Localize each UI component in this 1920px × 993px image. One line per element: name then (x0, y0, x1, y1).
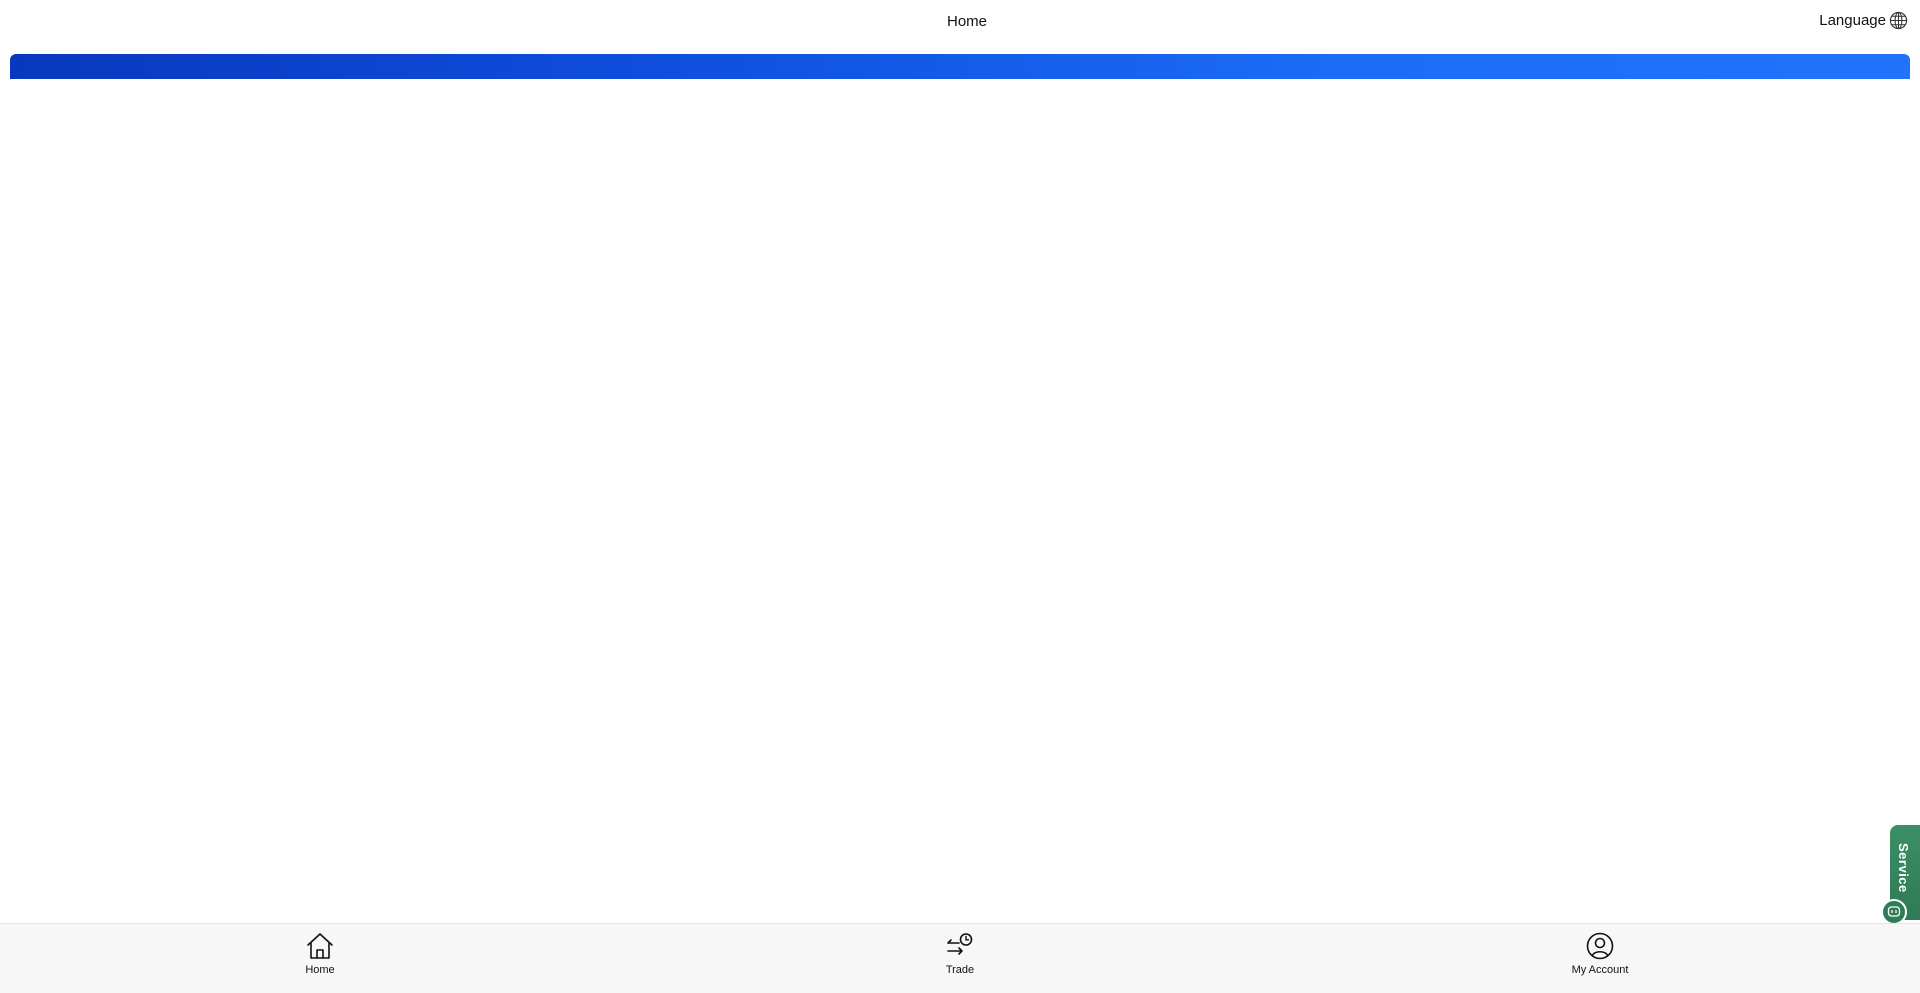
globe-icon (1889, 11, 1908, 30)
nav-item-trade[interactable]: Trade (900, 931, 1020, 977)
language-label: Language (1819, 12, 1886, 29)
service-label: Service (1896, 843, 1911, 893)
bottom-nav: Home Trade My Account (0, 923, 1920, 993)
account-icon (1585, 931, 1615, 961)
page-title: Home (946, 13, 987, 30)
nav-label-account: My Account (1571, 964, 1629, 976)
home-icon (305, 931, 335, 961)
content-area (0, 79, 1920, 923)
chat-icon[interactable] (1881, 899, 1907, 925)
trade-icon (945, 931, 975, 961)
nav-item-account[interactable]: My Account (1540, 931, 1660, 977)
language-switch[interactable]: Language (1819, 11, 1908, 30)
nav-label-home: Home (305, 964, 335, 976)
nav-label-trade: Trade (945, 964, 975, 976)
blue-banner (10, 54, 1910, 79)
top-header: Home Language (0, 0, 1920, 44)
nav-item-home[interactable]: Home (260, 931, 380, 977)
